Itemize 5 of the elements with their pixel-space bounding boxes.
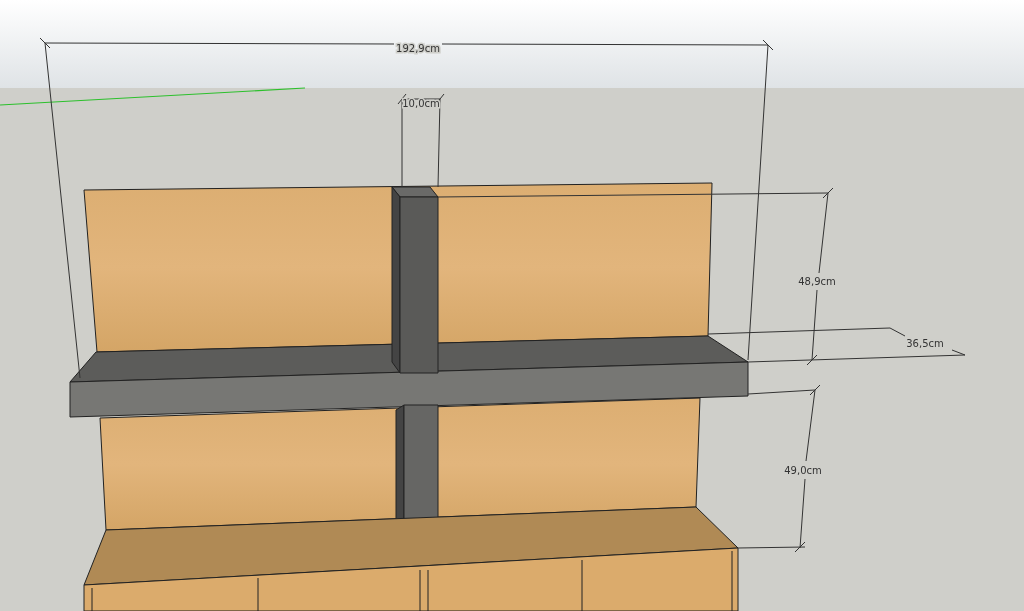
dimension-label: 49,0cm xyxy=(784,465,822,476)
dimension-label: 192,9cm xyxy=(396,43,440,54)
dimension-label: 48,9cm xyxy=(798,276,836,287)
dimension-label: 10,0cm xyxy=(402,98,440,109)
dimension-label: 36,5cm xyxy=(906,338,944,349)
